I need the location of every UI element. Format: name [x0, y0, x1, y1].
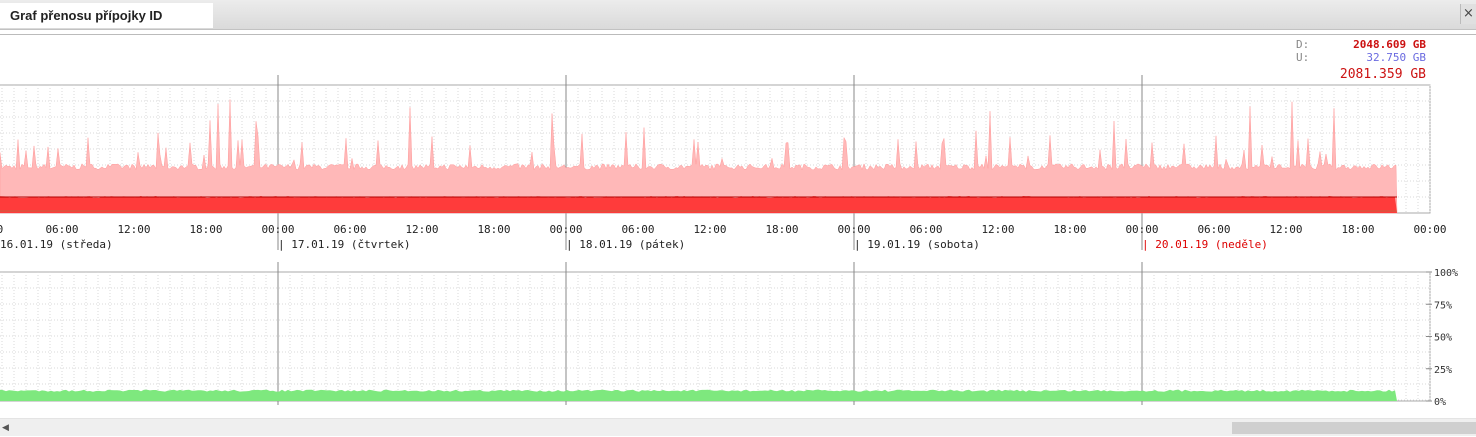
hour-tick-label: 12:00 [405, 223, 438, 236]
scroll-left-icon[interactable]: ◀ [2, 423, 9, 433]
horizontal-scrollbar[interactable]: ◀ [0, 418, 1476, 436]
hour-tick-label: 12:00 [693, 223, 726, 236]
hour-tick-label: 06:00 [1197, 223, 1230, 236]
scrollbar-thumb[interactable] [1232, 422, 1476, 434]
hour-tick-label: 06:00 [333, 223, 366, 236]
hour-tick-label: 18:00 [765, 223, 798, 236]
percent-tick-label: 100% [1434, 268, 1458, 279]
hour-tick-label: 00:00 [1413, 223, 1446, 236]
hour-tick-label: 18:00 [1341, 223, 1374, 236]
window-title: Graf přenosu přípojky ID [0, 3, 213, 28]
window-titlebar: Graf přenosu přípojky ID × [0, 0, 1476, 30]
hour-tick-label: 00:00 [837, 223, 870, 236]
hour-tick-label: 06:00 [621, 223, 654, 236]
hour-tick-label: 00:00 [1125, 223, 1158, 236]
hour-tick-label: 06:00 [45, 223, 78, 236]
hour-tick-label: 18:00 [1053, 223, 1086, 236]
day-label: | 20.01.19 (neděle) [1142, 238, 1268, 251]
hour-tick-label: 12:00 [117, 223, 150, 236]
day-label: | 17.01.19 (čtvrtek) [278, 238, 410, 251]
percent-tick-label: 0% [1434, 397, 1446, 408]
transfer-graph-panel: D: 2048.609 GB U: 32.750 GB 2081.359 GB … [0, 34, 1476, 414]
download-area [0, 196, 1397, 213]
close-icon[interactable]: × [1460, 4, 1476, 24]
day-label: | 18.01.19 (pátek) [566, 238, 685, 251]
hour-tick-label: 00:00 [549, 223, 582, 236]
day-label: | 19.01.19 (sobota) [854, 238, 980, 251]
hour-tick-label: 18:00 [189, 223, 222, 236]
hour-tick-label: 0:00 [0, 223, 3, 236]
percent-tick-label: 75% [1434, 300, 1452, 311]
traffic-chart: 0:00 06:00 12:00 18:00 00:00 06:00 12:00 18:00 0… [0, 75, 1458, 408]
day-label: 16.01.19 (středa) [0, 238, 113, 251]
percent-tick-label: 50% [1434, 333, 1452, 344]
percent-tick-label: 25% [1434, 365, 1452, 376]
hour-tick-label: 06:00 [909, 223, 942, 236]
hour-tick-label: 00:00 [261, 223, 294, 236]
hour-tick-label: 18:00 [477, 223, 510, 236]
hour-tick-label: 12:00 [1269, 223, 1302, 236]
hour-tick-label: 12:00 [981, 223, 1014, 236]
utilization-area [0, 389, 1397, 401]
